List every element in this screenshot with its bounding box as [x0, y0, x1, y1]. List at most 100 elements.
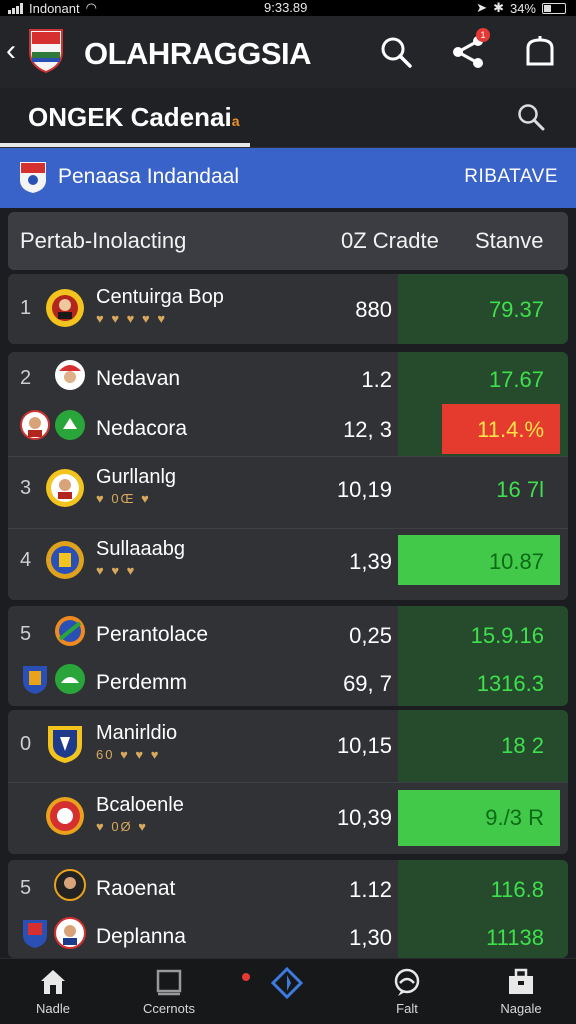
team-rate: 18 2	[501, 733, 544, 758]
team-crest-icon	[48, 726, 82, 763]
back-arrow-icon[interactable]: ‹	[6, 34, 16, 68]
tab-label: ONGEK Cadenai	[28, 102, 232, 132]
row-rank: 1	[20, 297, 32, 319]
team-rate: 11138	[486, 925, 544, 950]
team-value: 69, 7	[343, 671, 392, 696]
table-row[interactable]: 2 Nedavan 1.2 17.67	[8, 354, 568, 404]
table-row[interactable]: 1 Centuirga Bop ♥ ♥ ♥ ♥ ♥ 880 79.37	[8, 284, 568, 334]
header-team: Pertab-Inolacting	[20, 228, 187, 253]
nav-explore[interactable]	[242, 967, 332, 1003]
team-crest-icon	[23, 920, 47, 948]
team-value: 0,25	[349, 623, 392, 648]
team-form: 60 ♥ ♥ ♥	[96, 747, 161, 762]
sub-header: ONGEK Cadenaia	[0, 88, 576, 148]
row-rank: 4	[20, 549, 32, 571]
team-value: 1.12	[349, 877, 392, 902]
row-divider	[8, 528, 568, 529]
team-name: Nedavan	[96, 367, 181, 390]
table-row[interactable]: Bcaloenle ♥ 0Ø ♥ 10,39 9./3 R	[8, 792, 568, 842]
header-status: Stanve	[475, 228, 544, 253]
team-rate: 79.37	[488, 297, 544, 322]
row-rank: 3	[20, 477, 32, 499]
search-icon[interactable]	[516, 102, 546, 132]
nav-home-label: Nadle	[36, 1001, 70, 1016]
nav-scores[interactable]: Ccernots	[124, 967, 214, 1016]
team-rate: 116.8	[490, 877, 544, 902]
team-name: Sullaaabg	[96, 538, 185, 560]
header-grade: 0Z Cradte	[341, 228, 439, 253]
table-row[interactable]: 4 Sullaaabg ♥ ♥ ♥ 1,39 10.87	[8, 536, 568, 586]
bluetooth-icon: ✱	[493, 0, 504, 15]
row-rank: 5	[20, 877, 32, 899]
league-name: Penaasa Indandaal	[58, 165, 239, 188]
table-row[interactable]: Perdemm 69, 7 1316.3	[8, 658, 568, 706]
battery-percent: 34%	[509, 0, 536, 16]
chat-icon	[394, 968, 420, 996]
signal-icon	[8, 2, 23, 14]
standings-group: 5 Perantolace 0,25 15.9.16 Perdemm 69, 7…	[8, 606, 568, 706]
notification-badge: 1	[476, 28, 490, 42]
battery-icon	[542, 2, 566, 14]
table-row[interactable]: 3 Gurllanlg ♥ 0Œ ♥ 10,19 16 7l	[8, 464, 568, 514]
team-name: Manirldio	[96, 722, 178, 744]
team-value: 12, 3	[343, 417, 392, 442]
standings-group: 1 Centuirga Bop ♥ ♥ ♥ ♥ ♥ 880 79.37	[8, 274, 568, 344]
nav-store[interactable]: Nagale	[476, 967, 566, 1016]
team-crest-icon	[46, 797, 84, 835]
team-value: 1,39	[349, 549, 392, 574]
nav-scores-label: Ccernots	[142, 1001, 196, 1016]
store-icon	[509, 968, 533, 994]
status-time: 9:33.89	[264, 0, 308, 15]
team-form: ♥ 0Ø ♥	[96, 819, 149, 834]
team-crest-icon	[23, 666, 47, 694]
team-crest-icon	[55, 664, 85, 694]
notification-bell-icon[interactable]	[522, 34, 558, 70]
team-value: 1.2	[361, 367, 392, 392]
team-rate: 9./3 R	[485, 805, 544, 830]
row-divider	[8, 782, 568, 783]
table-row[interactable]: Nedacora 12, 3 11.4.%	[8, 404, 568, 454]
player-avatar-icon	[20, 410, 50, 440]
team-crest-icon	[55, 616, 85, 646]
standings-group: 2 Nedavan 1.2 17.67 Nedacora 12, 3 11.4.…	[8, 352, 568, 600]
team-value: 10,39	[336, 805, 392, 830]
home-icon	[41, 970, 65, 994]
team-form: ♥ 0Œ ♥	[96, 491, 151, 506]
tab-current[interactable]: ONGEK Cadenaia	[28, 102, 240, 133]
team-crest-icon	[55, 410, 85, 440]
compass-icon	[271, 967, 303, 999]
team-value: 10,19	[336, 477, 392, 502]
wifi-icon: ◠	[85, 0, 97, 15]
nav-chat-label: Falt	[396, 1001, 418, 1016]
row-rank: 0	[20, 733, 32, 755]
share-button[interactable]: 1	[450, 28, 490, 70]
table-row[interactable]: 5 Perantolace 0,25 15.9.16	[8, 610, 568, 660]
table-row[interactable]: 5 Raoenat 1.12 116.8	[8, 864, 568, 914]
team-name: Centuirga Bop	[96, 286, 224, 308]
table-header: Pertab-Inolacting 0Z Cradte Stanve	[8, 212, 568, 270]
search-icon[interactable]	[378, 34, 414, 70]
team-name: Deplanna	[96, 925, 186, 948]
nav-home[interactable]: Nadle	[8, 967, 98, 1016]
nav-chat[interactable]: Falt	[362, 967, 452, 1016]
row-rank: 5	[20, 623, 32, 645]
team-rate: 17.67	[488, 367, 544, 392]
player-avatar-icon	[54, 869, 86, 901]
row-rank: 2	[20, 367, 32, 389]
league-banner[interactable]: Penaasa Indandaal RIBATAVE	[0, 148, 576, 208]
team-crest-icon	[46, 541, 84, 579]
team-value: 10,15	[336, 733, 392, 758]
player-avatar-icon	[54, 917, 86, 949]
team-rate: 15.9.16	[470, 623, 544, 648]
status-bar: Indonant ◠ 9:33.89 ➤ ✱ 34%	[0, 0, 576, 16]
team-form: ♥ ♥ ♥	[96, 563, 137, 578]
standings-group: 0 Manirldio 60 ♥ ♥ ♥ 10,15 18 2 Bcaloenl…	[8, 710, 568, 854]
table-row[interactable]: Deplanna 1,30 11138	[8, 912, 568, 958]
team-name: Gurllanlg	[96, 466, 177, 488]
league-link[interactable]: RIBATAVE	[464, 166, 558, 188]
tab-underline	[0, 143, 250, 147]
team-name: Bcaloenle	[96, 794, 184, 816]
table-row[interactable]: 0 Manirldio 60 ♥ ♥ ♥ 10,15 18 2	[8, 720, 568, 770]
league-flag-icon	[20, 162, 46, 193]
team-rate: 16 7l	[496, 477, 544, 502]
